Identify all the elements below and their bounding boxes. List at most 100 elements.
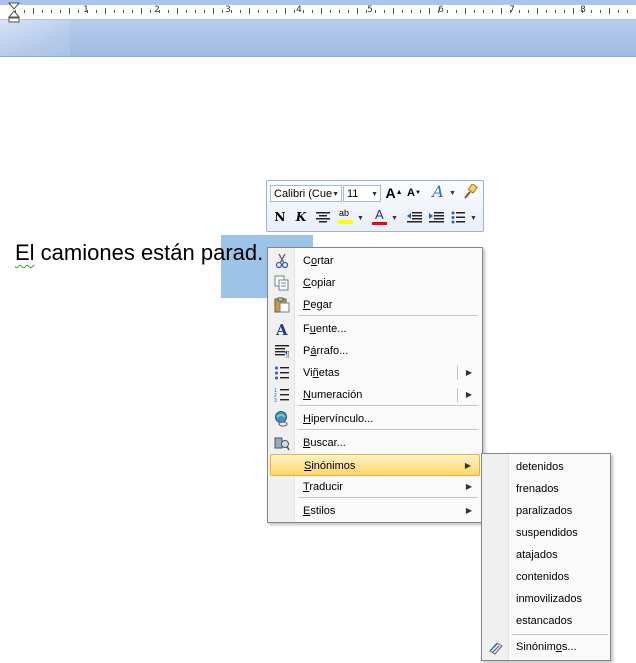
format-painter-icon[interactable] xyxy=(462,184,478,200)
selected-word[interactable]: parad xyxy=(201,240,257,265)
ruler-tick xyxy=(465,8,466,14)
document-paragraph[interactable]: El camiones están parad. xyxy=(15,240,263,266)
decrease-indent-icon[interactable] xyxy=(407,211,422,224)
ruler-tick xyxy=(15,10,16,13)
submenu-arrow-icon[interactable]: ▶ xyxy=(466,476,472,498)
bullets-dropdown-icon[interactable]: ▼ xyxy=(470,215,477,222)
split-divider xyxy=(457,366,458,380)
ruler-tick xyxy=(105,8,106,14)
synonym-item[interactable]: inmovilizados xyxy=(516,588,582,610)
menu-item-hyperlink[interactable]: Hipervínculo... xyxy=(270,408,480,430)
ruler-tick xyxy=(276,10,277,13)
menu-item-copy[interactable]: Copiar xyxy=(270,272,480,294)
menu-item-synonyms[interactable]: Sinónimos ▶ xyxy=(270,454,480,476)
menu-item-label: Copiar xyxy=(303,277,336,289)
menu-item-label: Estilos xyxy=(303,505,336,517)
highlight-icon[interactable]: ab xyxy=(337,208,355,226)
svg-text:A: A xyxy=(275,321,288,337)
font-color-icon[interactable]: A xyxy=(371,207,389,226)
menu-item-label: Hipervínculo... xyxy=(303,413,374,425)
ruler-tick xyxy=(312,10,313,13)
menu-item-bullets[interactable]: Viñetas ▶ xyxy=(270,362,480,384)
ruler-tick xyxy=(60,10,61,13)
chevron-down-icon[interactable]: ▼ xyxy=(371,186,378,201)
ruler-tick xyxy=(510,10,511,13)
ruler-tick xyxy=(402,10,403,13)
submenu-arrow-icon[interactable]: ▶ xyxy=(466,500,472,522)
submenu-arrow-icon[interactable]: ▶ xyxy=(465,455,471,477)
synonyms-dialog-label: Sinónimos... xyxy=(516,641,577,653)
ruler-number: 6 xyxy=(438,5,444,15)
ruler-tick xyxy=(132,10,133,13)
ruler-tick xyxy=(573,8,574,14)
menu-item-translate[interactable]: Traducir ▶ xyxy=(270,476,480,498)
synonym-item[interactable]: estancados xyxy=(516,610,572,632)
synonym-item[interactable]: suspendidos xyxy=(516,522,578,544)
ruler-tick xyxy=(195,10,196,13)
menu-item-paragraph[interactable]: ¶ Párrafo... xyxy=(270,340,480,362)
menu-item-styles[interactable]: Estilos ▶ xyxy=(270,500,480,522)
italic-icon[interactable]: K xyxy=(292,208,310,226)
ruler-tick xyxy=(474,10,475,13)
center-align-icon[interactable] xyxy=(316,211,330,223)
grammar-flagged-word[interactable]: El xyxy=(15,240,35,265)
ruler-margin-shade xyxy=(0,20,70,56)
font-name-combo[interactable]: Calibri (Cue ▼ xyxy=(270,185,342,202)
paste-icon xyxy=(274,297,290,313)
scissors-icon xyxy=(274,253,290,269)
font-color-dropdown-icon[interactable]: ▼ xyxy=(391,215,398,222)
ruler-tick xyxy=(411,10,412,13)
synonym-item[interactable]: frenados xyxy=(516,478,559,500)
ruler-tick xyxy=(438,10,439,13)
synonym-item[interactable]: atajados xyxy=(516,544,558,566)
ruler-tick xyxy=(447,10,448,13)
menu-item-numbering[interactable]: 1 2 3 Numeración ▶ xyxy=(270,384,480,406)
menu-item-font[interactable]: A Fuente... xyxy=(270,318,480,340)
menu-item-label: Numeración xyxy=(303,389,363,401)
ruler-tick xyxy=(582,10,583,13)
menu-item-paste[interactable]: Pegar xyxy=(270,294,480,316)
ruler-tick xyxy=(366,10,367,13)
submenu-arrow-icon[interactable]: ▶ xyxy=(466,362,472,384)
ruler-tick xyxy=(222,10,223,13)
split-divider xyxy=(457,388,458,402)
synonym-item[interactable]: contenidos xyxy=(516,566,569,588)
ruler-tick xyxy=(555,10,556,13)
ruler-tick xyxy=(519,10,520,13)
horizontal-ruler[interactable]: 12345678 xyxy=(0,0,636,57)
font-size-combo[interactable]: 11 ▼ xyxy=(343,185,381,202)
styles-dropdown-icon[interactable]: ▼ xyxy=(449,190,456,197)
ruler-tick xyxy=(285,8,286,14)
thesaurus-icon xyxy=(488,639,504,655)
menu-item-search[interactable]: Buscar... xyxy=(270,432,480,454)
menu-item-label: Fuente... xyxy=(303,323,347,335)
ruler-tick xyxy=(483,10,484,13)
document-text-end[interactable]: . xyxy=(257,240,263,265)
ruler-number: 3 xyxy=(225,5,231,15)
chevron-down-icon[interactable]: ▼ xyxy=(332,186,339,201)
styles-icon[interactable]: A xyxy=(429,183,447,201)
synonym-item[interactable]: paralizados xyxy=(516,500,572,522)
synonyms-dialog-item[interactable]: Sinónimos... xyxy=(484,636,608,658)
highlight-dropdown-icon[interactable]: ▼ xyxy=(357,215,364,222)
ruler-tick xyxy=(51,10,52,13)
increase-indent-icon[interactable] xyxy=(429,211,444,224)
ruler-number: 1 xyxy=(83,5,89,15)
shrink-font-icon[interactable]: A▼ xyxy=(405,184,423,202)
bullets-icon[interactable] xyxy=(451,211,465,224)
synonym-item[interactable]: detenidos xyxy=(516,456,564,478)
menu-item-cut[interactable]: Cortar xyxy=(270,250,480,272)
document-text[interactable]: camiones están xyxy=(35,240,201,265)
submenu-separator xyxy=(512,634,608,635)
ruler-tick xyxy=(303,10,304,13)
ruler-tick xyxy=(456,10,457,13)
ruler-tick xyxy=(600,10,601,13)
ruler-tick xyxy=(231,10,232,13)
indent-marker-icon[interactable] xyxy=(8,2,20,24)
bold-icon[interactable]: N xyxy=(271,208,289,226)
ruler-tick xyxy=(357,8,358,14)
submenu-arrow-icon[interactable]: ▶ xyxy=(466,384,472,406)
grow-font-icon[interactable]: A▲ xyxy=(385,184,403,202)
ruler-tick xyxy=(393,8,394,14)
ruler-tick xyxy=(141,8,142,14)
